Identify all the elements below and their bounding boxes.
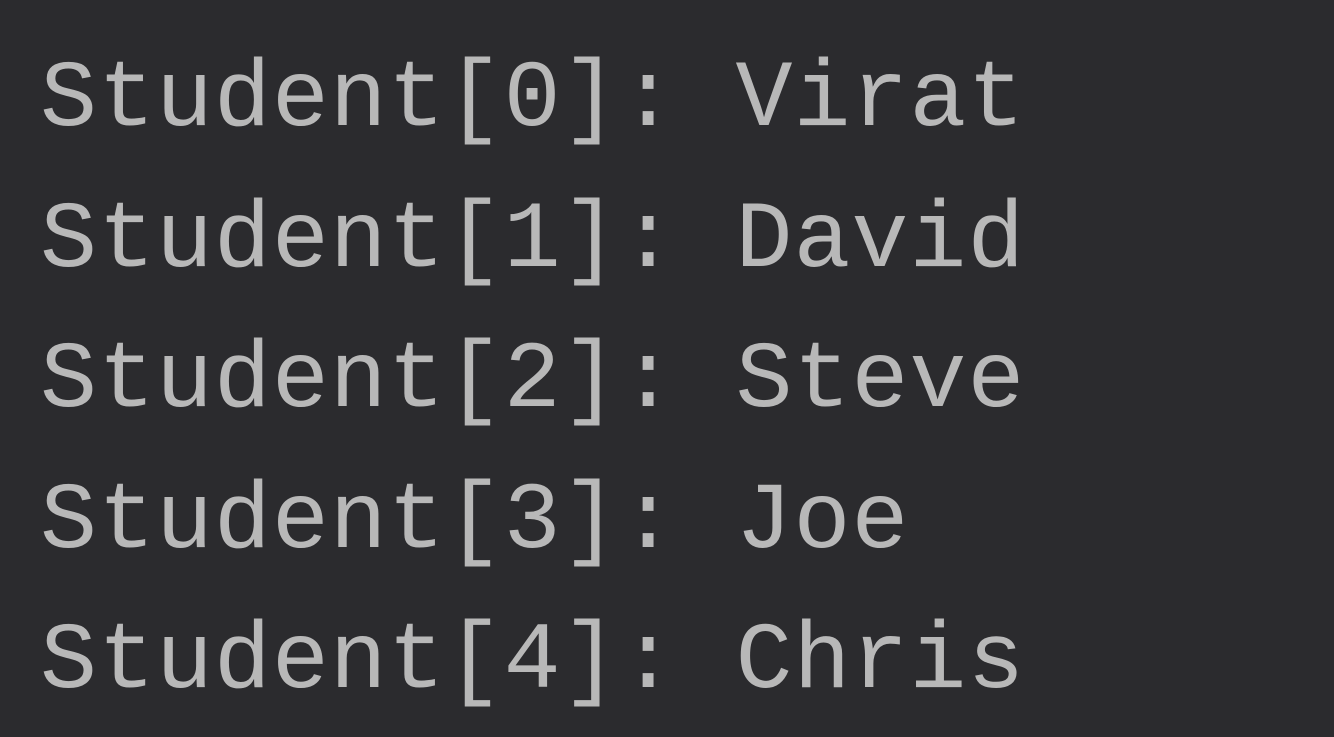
output-line: Student[1]: David bbox=[40, 171, 1294, 312]
output-line: Student[2]: Steve bbox=[40, 311, 1294, 452]
console-output: Student[0]: Virat Student[1]: David Stud… bbox=[40, 30, 1294, 733]
output-line: Student[3]: Joe bbox=[40, 452, 1294, 593]
output-line: Student[4]: Chris bbox=[40, 592, 1294, 733]
output-line: Student[0]: Virat bbox=[40, 30, 1294, 171]
